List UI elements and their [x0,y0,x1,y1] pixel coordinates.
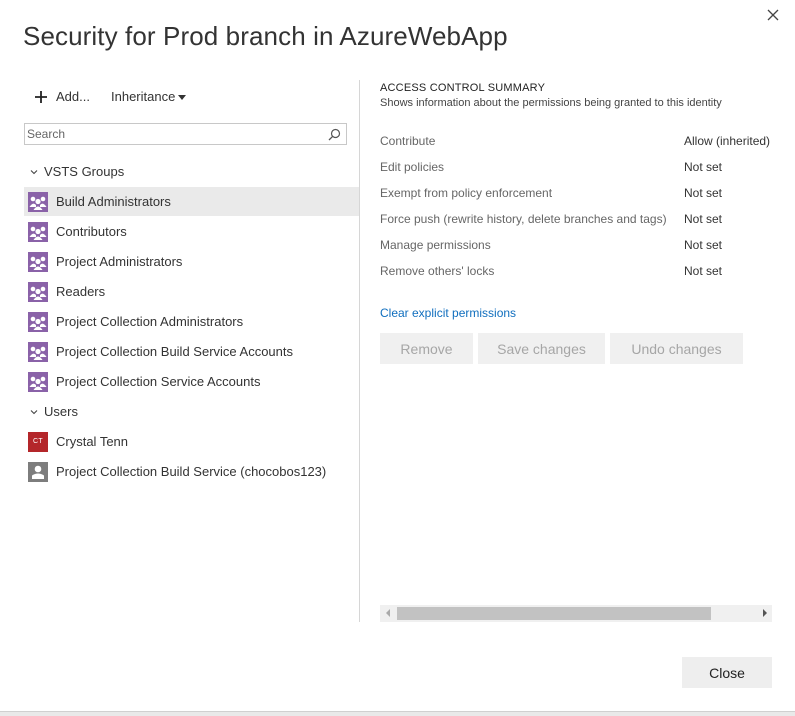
group-item-label: Readers [56,284,106,299]
group-item-label: Build Administrators [56,194,171,209]
permission-value[interactable]: Not set [684,238,722,252]
group-icon [28,251,48,272]
scroll-left-icon[interactable] [386,609,390,617]
search-icon[interactable] [328,128,341,141]
search-input[interactable] [27,127,317,141]
save-changes-button[interactable]: Save changes [478,333,605,364]
close-button[interactable]: Close [682,657,772,688]
permission-value[interactable]: Not set [684,264,722,278]
group-item-label: Project Collection Build Service Account… [56,344,294,359]
group-icon [28,191,48,212]
scrollbar-thumb[interactable] [397,607,711,620]
security-dialog: Security for Prod branch in AzureWebApp … [0,0,795,716]
user-avatar: CT [28,431,48,452]
avatar-initials: CT [33,438,43,445]
group-icon [28,311,48,332]
close-icon[interactable] [764,6,782,24]
permission-name: Remove others' locks [380,264,495,278]
users-label: Users [44,404,78,419]
permission-value[interactable]: Not set [684,212,722,226]
clear-explicit-permissions-link[interactable]: Clear explicit permissions [380,306,516,320]
user-item-label: Crystal Tenn [56,434,129,449]
permission-name: Contribute [380,134,436,148]
scroll-right-icon[interactable] [763,609,767,617]
pane-divider[interactable] [359,80,360,622]
permission-value[interactable]: Not set [684,186,722,200]
group-item-project-collection-service-accounts[interactable]: Project Collection Service Accounts [24,367,359,396]
permission-row[interactable]: Remove others' locks Not set [380,264,780,282]
user-item-label: Project Collection Build Service (chocob… [56,464,327,479]
group-item-build-administrators[interactable]: Build Administrators [24,187,359,216]
add-button[interactable]: Add... [34,89,90,104]
permission-row[interactable]: Edit policies Not set [380,160,780,178]
chevron-down-icon [30,409,38,414]
users-header[interactable]: Users [30,404,78,419]
permission-value[interactable]: Allow (inherited) [684,134,770,148]
remove-button[interactable]: Remove [380,333,473,364]
group-item-project-collection-build-service-accounts[interactable]: Project Collection Build Service Account… [24,337,359,366]
group-icon [28,281,48,302]
permission-value[interactable]: Not set [684,160,722,174]
group-item-project-administrators[interactable]: Project Administrators [24,247,359,276]
window-bottom-edge [0,711,795,716]
group-item-contributors[interactable]: Contributors [24,217,359,246]
group-item-label: Project Administrators [56,254,183,269]
search-box [24,123,347,145]
group-item-label: Project Collection Administrators [56,314,244,329]
caret-down-icon [178,94,187,100]
group-item-label: Contributors [56,224,127,239]
access-control-title: ACCESS CONTROL SUMMARY [380,82,546,94]
permission-name: Manage permissions [380,238,491,252]
horizontal-scrollbar[interactable] [380,605,772,622]
group-icon [28,221,48,242]
group-icon [28,341,48,362]
permission-name: Force push (rewrite history, delete bran… [380,212,667,226]
user-item-crystal-tenn[interactable]: CT Crystal Tenn [24,427,359,456]
inheritance-label: Inheritance [111,89,176,104]
dialog-title: Security for Prod branch in AzureWebApp [23,21,508,51]
undo-changes-button[interactable]: Undo changes [610,333,743,364]
permission-name: Edit policies [380,160,445,174]
permission-row[interactable]: Contribute Allow (inherited) [380,134,780,152]
permission-row[interactable]: Exempt from policy enforcement Not set [380,186,780,204]
group-icon [28,371,48,392]
add-button-label: Add... [56,89,90,104]
access-control-subtitle: Shows information about the permissions … [380,97,722,109]
group-item-readers[interactable]: Readers [24,277,359,306]
vsts-groups-label: VSTS Groups [44,164,125,179]
permission-name: Exempt from policy enforcement [380,186,553,200]
group-item-project-collection-administrators[interactable]: Project Collection Administrators [24,307,359,336]
vsts-groups-header[interactable]: VSTS Groups [30,164,124,179]
plus-icon [35,90,47,103]
chevron-down-icon [30,169,38,174]
permission-row[interactable]: Force push (rewrite history, delete bran… [380,212,780,230]
service-user-icon [28,461,48,482]
permission-row[interactable]: Manage permissions Not set [380,238,780,256]
user-item-project-collection-build-service[interactable]: Project Collection Build Service (chocob… [24,457,359,486]
group-item-label: Project Collection Service Accounts [56,374,261,389]
inheritance-dropdown[interactable]: Inheritance [111,89,187,104]
